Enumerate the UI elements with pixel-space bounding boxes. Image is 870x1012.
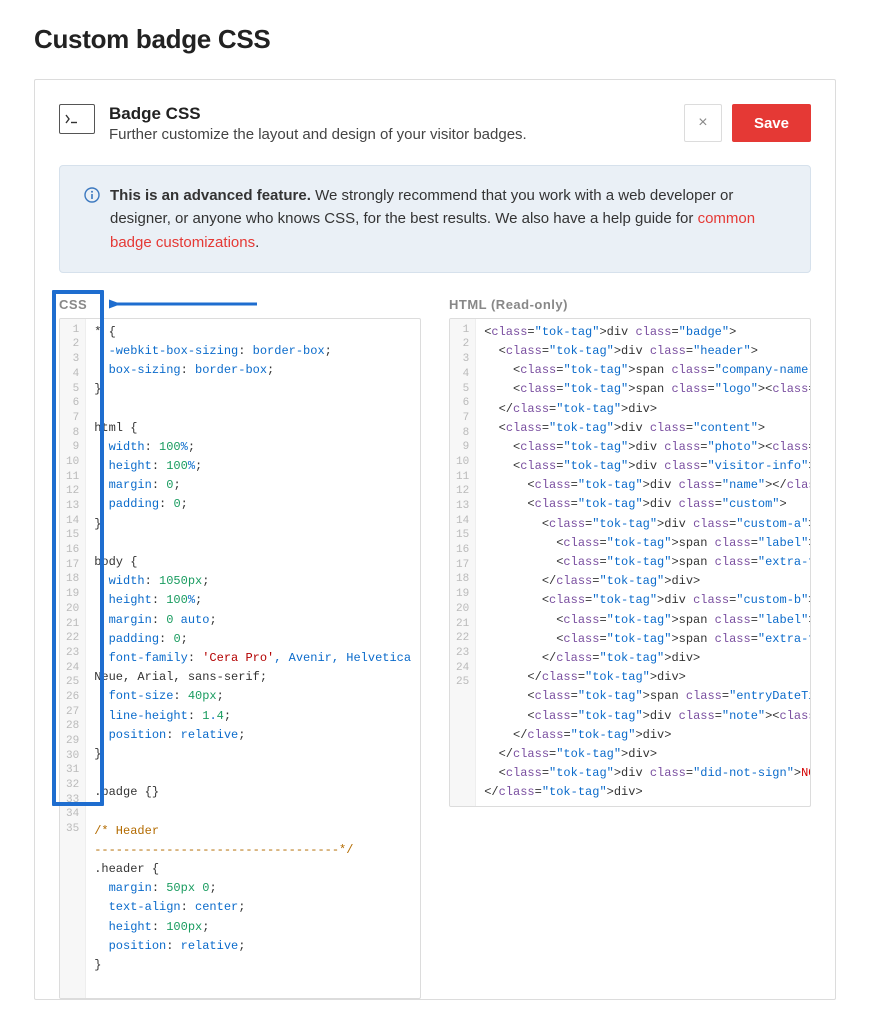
css-code[interactable]: * { -webkit-box-sizing: border-box; box-… bbox=[94, 323, 412, 995]
css-gutter: 1234567891011121314151617181920212223242… bbox=[60, 319, 86, 999]
html-code-frame: 1234567891011121314151617181920212223242… bbox=[449, 318, 811, 808]
save-button[interactable]: Save bbox=[732, 104, 811, 142]
html-editor-label: HTML (Read-only) bbox=[449, 297, 811, 312]
banner-tail: . bbox=[255, 234, 259, 251]
info-icon bbox=[84, 187, 100, 254]
info-banner: This is an advanced feature. We strongly… bbox=[59, 165, 811, 273]
info-banner-text: This is an advanced feature. We strongly… bbox=[110, 184, 786, 254]
page-title: Custom badge CSS bbox=[34, 24, 836, 55]
panel-description: Further customize the layout and design … bbox=[109, 126, 674, 143]
html-editor: HTML (Read-only) 12345678910111213141516… bbox=[449, 297, 811, 1000]
banner-bold: This is an advanced feature. bbox=[110, 187, 311, 204]
panel-header-text: Badge CSS Further customize the layout a… bbox=[109, 104, 674, 143]
settings-panel: Badge CSS Further customize the layout a… bbox=[34, 79, 836, 1000]
panel-title: Badge CSS bbox=[109, 104, 674, 124]
editors-row: CSS 123456789101112131415161718192021222… bbox=[59, 297, 811, 1000]
css-editor: CSS 123456789101112131415161718192021222… bbox=[59, 297, 421, 1000]
html-code: <class="tok-tag">div class="badge"> <cla… bbox=[484, 323, 802, 803]
panel-header: Badge CSS Further customize the layout a… bbox=[59, 104, 811, 143]
close-button[interactable]: × bbox=[684, 104, 722, 142]
css-code-frame[interactable]: 1234567891011121314151617181920212223242… bbox=[59, 318, 421, 1000]
html-gutter: 1234567891011121314151617181920212223242… bbox=[450, 319, 476, 807]
terminal-icon bbox=[59, 104, 95, 134]
css-editor-label: CSS bbox=[59, 297, 421, 312]
